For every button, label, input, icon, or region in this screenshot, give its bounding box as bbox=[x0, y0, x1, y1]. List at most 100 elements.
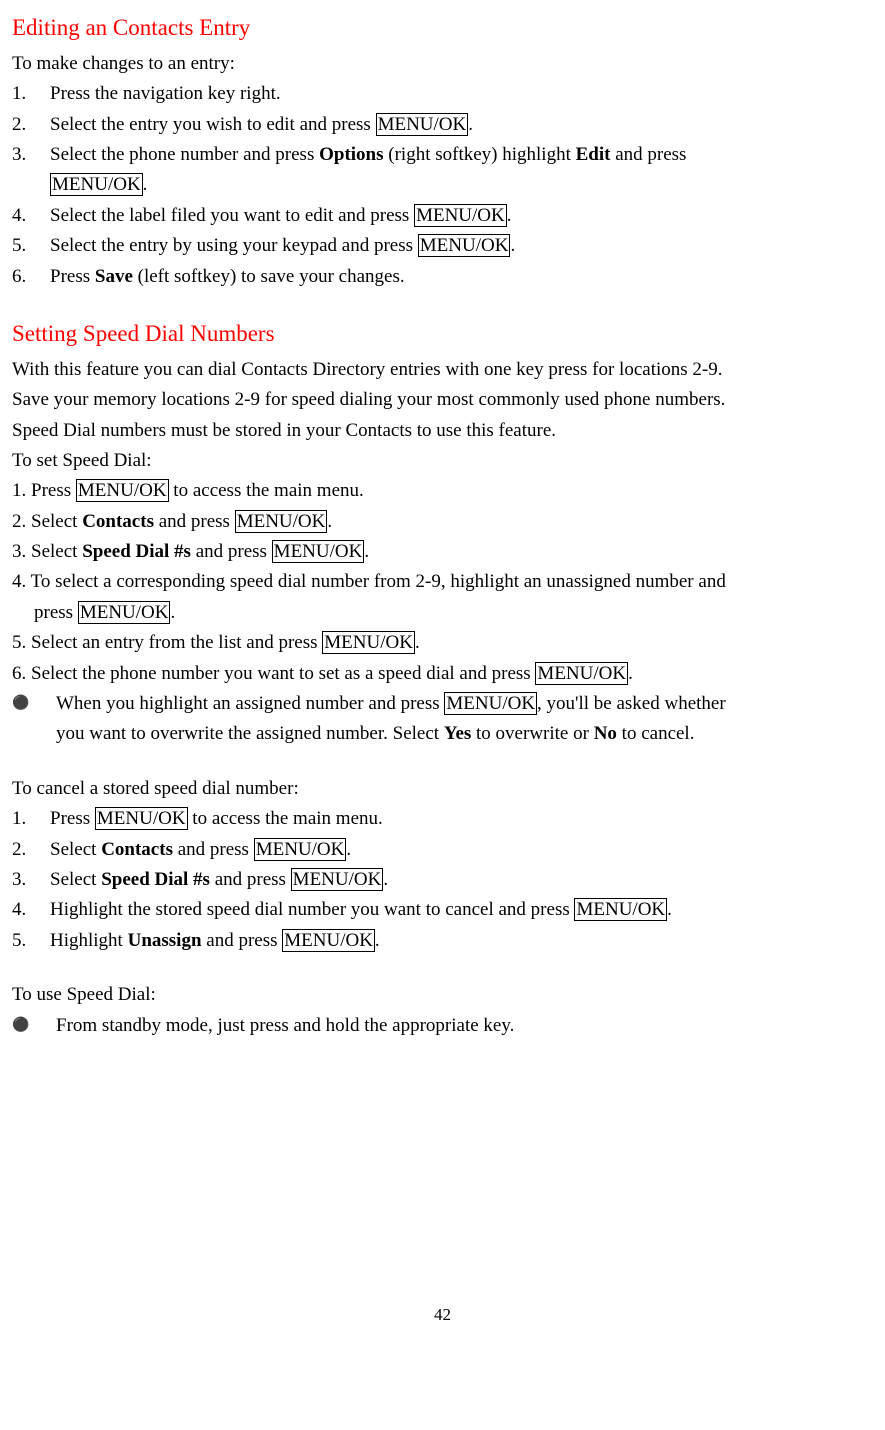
item-text: to access the main menu. bbox=[169, 480, 364, 501]
cancel-speeddial-steps: 1.Press MENU/OK to access the main menu.… bbox=[12, 804, 873, 956]
item-number: 1. bbox=[12, 804, 50, 834]
set-speeddial-steps: 1. Press MENU/OK to access the main menu… bbox=[12, 476, 873, 689]
list-item: 2.Select the entry you wish to edit and … bbox=[12, 110, 873, 140]
item-text: . bbox=[507, 205, 512, 226]
key-label: MENU/OK bbox=[291, 868, 384, 891]
item-text: . bbox=[375, 930, 380, 951]
item-text: . bbox=[667, 899, 672, 920]
key-label: MENU/OK bbox=[95, 807, 188, 830]
item-number: 2. bbox=[12, 110, 50, 140]
key-label: MENU/OK bbox=[50, 173, 143, 196]
key-label: MENU/OK bbox=[444, 692, 537, 715]
item-text: , you'll be asked whether bbox=[537, 693, 726, 714]
bold-text: Edit bbox=[576, 144, 611, 165]
item-text: 3. Select bbox=[12, 541, 82, 562]
item-text: . bbox=[628, 663, 633, 684]
item-text: 5. Select an entry from the list and pre… bbox=[12, 632, 322, 653]
list-item: 4. To select a corresponding speed dial … bbox=[12, 567, 873, 597]
item-text: . bbox=[346, 839, 351, 860]
list-item-continued: MENU/OK. bbox=[12, 170, 873, 200]
item-text: and press bbox=[154, 511, 235, 532]
bold-text: Unassign bbox=[128, 930, 202, 951]
paragraph: Save your memory locations 2-9 for speed… bbox=[12, 385, 873, 415]
item-number: 3. bbox=[12, 140, 50, 170]
list-item-continued: press MENU/OK. bbox=[12, 598, 873, 628]
item-number: 4. bbox=[12, 201, 50, 231]
bold-text: No bbox=[594, 723, 617, 744]
bullet-icon: ⚫ bbox=[12, 1015, 56, 1037]
key-label: MENU/OK bbox=[414, 204, 507, 227]
list-item: 1.Press MENU/OK to access the main menu. bbox=[12, 804, 873, 834]
item-text: 1. Press bbox=[12, 480, 76, 501]
item-text: Select bbox=[50, 869, 101, 890]
key-label: MENU/OK bbox=[282, 929, 375, 952]
list-item: 3.Select the phone number and press Opti… bbox=[12, 140, 873, 170]
item-text: you want to overwrite the assigned numbe… bbox=[56, 723, 444, 744]
bold-text: Speed Dial #s bbox=[101, 869, 210, 890]
editing-steps-cont: 4.Select the label filed you want to edi… bbox=[12, 201, 873, 292]
item-number: 6. bbox=[12, 262, 50, 292]
item-text: press bbox=[34, 602, 78, 623]
item-number: 3. bbox=[12, 865, 50, 895]
heading-speeddial: Setting Speed Dial Numbers bbox=[12, 316, 873, 353]
key-label: MENU/OK bbox=[376, 113, 469, 136]
bold-text: Options bbox=[319, 144, 383, 165]
item-text: to cancel. bbox=[617, 723, 695, 744]
item-text: Press bbox=[50, 808, 95, 829]
intro-editing: To make changes to an entry: bbox=[12, 49, 873, 79]
key-label: MENU/OK bbox=[418, 234, 511, 257]
list-item: 2. Select Contacts and press MENU/OK. bbox=[12, 507, 873, 537]
item-text: Press the navigation key right. bbox=[50, 83, 281, 104]
item-text: to overwrite or bbox=[471, 723, 593, 744]
editing-steps: 1.Press the navigation key right. 2.Sele… bbox=[12, 79, 873, 170]
list-item: 5. Select an entry from the list and pre… bbox=[12, 628, 873, 658]
item-text: Highlight bbox=[50, 930, 128, 951]
bold-text: Yes bbox=[444, 723, 471, 744]
item-text: Select the entry you wish to edit and pr… bbox=[50, 114, 376, 135]
item-text: . bbox=[468, 114, 473, 135]
item-number: 1. bbox=[12, 79, 50, 109]
list-item: 6.Press Save (left softkey) to save your… bbox=[12, 262, 873, 292]
item-text: (right softkey) highlight bbox=[384, 144, 576, 165]
list-item: 3.Select Speed Dial #s and press MENU/OK… bbox=[12, 865, 873, 895]
item-text: . bbox=[170, 602, 175, 623]
key-label: MENU/OK bbox=[322, 631, 415, 654]
item-text: . bbox=[327, 511, 332, 532]
key-label: MENU/OK bbox=[272, 540, 365, 563]
bullet-item: ⚫When you highlight an assigned number a… bbox=[12, 689, 873, 750]
bold-text: Contacts bbox=[101, 839, 173, 860]
intro-use-speeddial: To use Speed Dial: bbox=[12, 980, 873, 1010]
key-label: MENU/OK bbox=[76, 479, 169, 502]
bold-text: Speed Dial #s bbox=[82, 541, 191, 562]
intro-set-speeddial: To set Speed Dial: bbox=[12, 446, 873, 476]
item-text: . bbox=[510, 235, 515, 256]
item-text: . bbox=[364, 541, 369, 562]
bullet-list: ⚫When you highlight an assigned number a… bbox=[12, 689, 873, 750]
item-text: . bbox=[415, 632, 420, 653]
heading-editing: Editing an Contacts Entry bbox=[12, 10, 873, 47]
item-text: Select bbox=[50, 839, 101, 860]
item-text: 6. Select the phone number you want to s… bbox=[12, 663, 535, 684]
item-text: and press bbox=[210, 869, 291, 890]
item-text: Select the phone number and press bbox=[50, 144, 319, 165]
key-label: MENU/OK bbox=[254, 838, 347, 861]
item-number: 5. bbox=[12, 231, 50, 261]
list-item: 4.Select the label filed you want to edi… bbox=[12, 201, 873, 231]
key-label: MENU/OK bbox=[235, 510, 328, 533]
item-number: 4. bbox=[12, 895, 50, 925]
bold-text: Save bbox=[95, 266, 133, 287]
item-text: and press bbox=[173, 839, 254, 860]
paragraph: Speed Dial numbers must be stored in you… bbox=[12, 416, 873, 446]
bullet-item: ⚫From standby mode, just press and hold … bbox=[12, 1011, 873, 1041]
key-label: MENU/OK bbox=[535, 662, 628, 685]
intro-cancel-speeddial: To cancel a stored speed dial number: bbox=[12, 774, 873, 804]
item-text: 4. To select a corresponding speed dial … bbox=[12, 571, 726, 592]
item-text: When you highlight an assigned number an… bbox=[56, 693, 444, 714]
bullet-icon: ⚫ bbox=[12, 693, 56, 715]
item-text: . bbox=[143, 174, 148, 195]
item-text: 2. Select bbox=[12, 511, 82, 532]
list-item: 1. Press MENU/OK to access the main menu… bbox=[12, 476, 873, 506]
item-text: and press bbox=[191, 541, 272, 562]
item-text: and press bbox=[610, 144, 686, 165]
item-text: and press bbox=[202, 930, 283, 951]
